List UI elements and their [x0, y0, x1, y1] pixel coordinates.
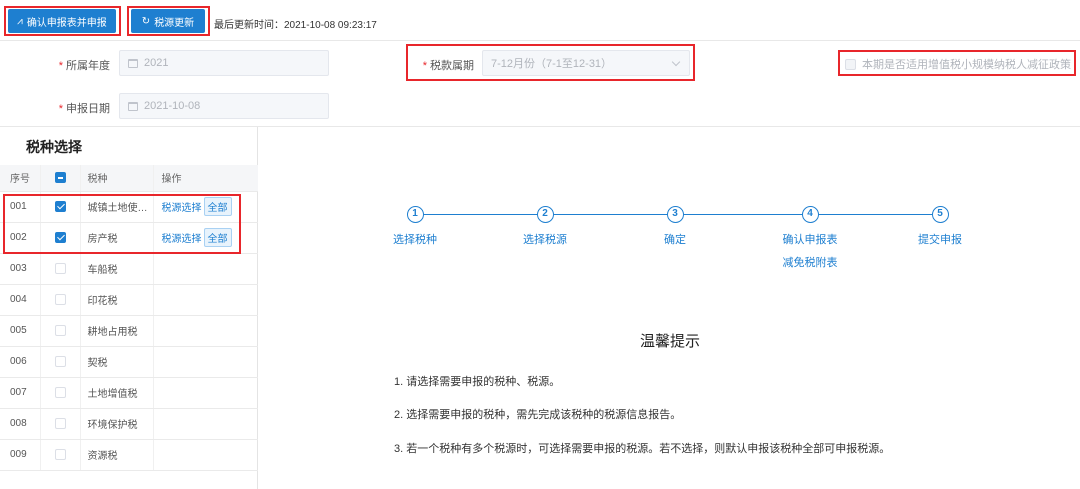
step-item: 4 确认申报表减免税附表: [755, 205, 865, 274]
highlight-box: [406, 44, 695, 81]
divider: [0, 40, 1080, 41]
row-checkbox-cell[interactable]: [40, 377, 81, 409]
row-checkbox[interactable]: [54, 262, 66, 274]
row-checkbox[interactable]: [54, 293, 66, 305]
tax-name: 资源税: [80, 439, 154, 471]
highlight-box: [838, 50, 1076, 76]
tax-name: 土地增值税: [80, 377, 154, 409]
row-number: 009: [0, 439, 41, 471]
row-checkbox-cell[interactable]: [40, 253, 81, 285]
calendar-icon: [128, 101, 138, 111]
row-number: 008: [0, 408, 41, 440]
highlight-box: [127, 6, 210, 36]
step-number: 2: [536, 206, 554, 223]
row-checkbox[interactable]: [54, 324, 66, 336]
table-row[interactable]: 009 资源税: [0, 439, 258, 471]
table-row[interactable]: 003 车船税: [0, 253, 258, 285]
tip-item: 2. 选择需要申报的税种，需先完成该税种的税源信息报告。: [394, 409, 682, 421]
step-item: 3 确定: [620, 205, 730, 251]
year-field[interactable]: 2021: [119, 50, 329, 76]
row-actions: [153, 408, 258, 440]
year-label: * 所属年度: [58, 60, 110, 72]
step-label: 确定: [664, 234, 686, 246]
row-actions: [153, 253, 258, 285]
step-label: 提交申报: [918, 234, 962, 246]
row-checkbox-cell[interactable]: [40, 408, 81, 440]
column-header: 操作: [153, 165, 258, 192]
date-value: 2021-10-08: [144, 100, 201, 112]
row-checkbox-cell[interactable]: [40, 315, 81, 347]
year-value: 2021: [144, 57, 169, 69]
row-number: 007: [0, 377, 41, 409]
tip-item: 3. 若一个税种有多个税源时，可选择需要申报的税源。若不选择，则默认申报该税种全…: [394, 443, 891, 455]
step-item: 1 选择税种: [360, 205, 470, 251]
panel-title: 税种选择: [26, 139, 82, 155]
date-field[interactable]: 2021-10-08: [119, 93, 329, 119]
calendar-icon: [128, 58, 138, 68]
row-checkbox[interactable]: [54, 355, 66, 367]
highlight-box: [4, 6, 121, 36]
tax-name: 契税: [80, 346, 154, 378]
row-number: 005: [0, 315, 41, 347]
row-actions: [153, 377, 258, 409]
table-row[interactable]: 005 耕地占用税: [0, 315, 258, 347]
row-checkbox-cell[interactable]: [40, 284, 81, 316]
row-actions: [153, 315, 258, 347]
step-label: 选择税种: [393, 234, 437, 246]
row-actions: [153, 346, 258, 378]
column-header: 序号: [0, 165, 41, 192]
tax-name: 车船税: [80, 253, 154, 285]
step-number: 5: [931, 206, 949, 223]
tip-item: 1. 请选择需要申报的税种、税源。: [394, 376, 561, 388]
step-label: 减免税附表: [782, 257, 838, 269]
step-label: 确认申报表: [782, 234, 838, 246]
table-row[interactable]: 007 土地增值税: [0, 377, 258, 409]
highlight-box: [3, 194, 241, 254]
tax-name: 环境保护税: [80, 408, 154, 440]
tips-title: 温馨提示: [640, 333, 701, 350]
row-actions: [153, 439, 258, 471]
row-checkbox-cell[interactable]: [40, 439, 81, 471]
row-number: 006: [0, 346, 41, 378]
tax-name: 印花税: [80, 284, 154, 316]
row-checkbox[interactable]: [54, 386, 66, 398]
tax-type-panel: 税种选择 序号 税种 操作 001 城镇土地使用税 税源选择 全部 002 房产税 税源选择…: [0, 127, 258, 489]
row-checkbox-cell[interactable]: [40, 346, 81, 378]
step-item: 5 提交申报: [885, 205, 995, 251]
row-checkbox[interactable]: [54, 448, 66, 460]
tax-name: 耕地占用税: [80, 315, 154, 347]
column-header: 税种: [80, 165, 154, 192]
select-all-header[interactable]: [40, 165, 81, 192]
table-row[interactable]: 008 环境保护税: [0, 408, 258, 440]
step-number: 1: [406, 206, 424, 223]
row-actions: [153, 284, 258, 316]
step-progress: 1 选择税种 2 选择税源 3 确定 4 确认申报表减免税附表 5 提交申报: [360, 205, 1020, 275]
table-row[interactable]: 006 契税: [0, 346, 258, 378]
step-label: 选择税源: [523, 234, 567, 246]
step-item: 2 选择税源: [490, 205, 600, 251]
last-update-time: 最后更新时间：2021-10-08 09:23:17: [214, 20, 377, 31]
select-all-checkbox[interactable]: [54, 172, 66, 184]
row-number: 004: [0, 284, 41, 316]
step-number: 4: [801, 206, 819, 223]
row-checkbox[interactable]: [54, 417, 66, 429]
date-label: * 申报日期: [58, 103, 110, 115]
table-row[interactable]: 004 印花税: [0, 284, 258, 316]
step-number: 3: [666, 206, 684, 223]
row-number: 003: [0, 253, 41, 285]
